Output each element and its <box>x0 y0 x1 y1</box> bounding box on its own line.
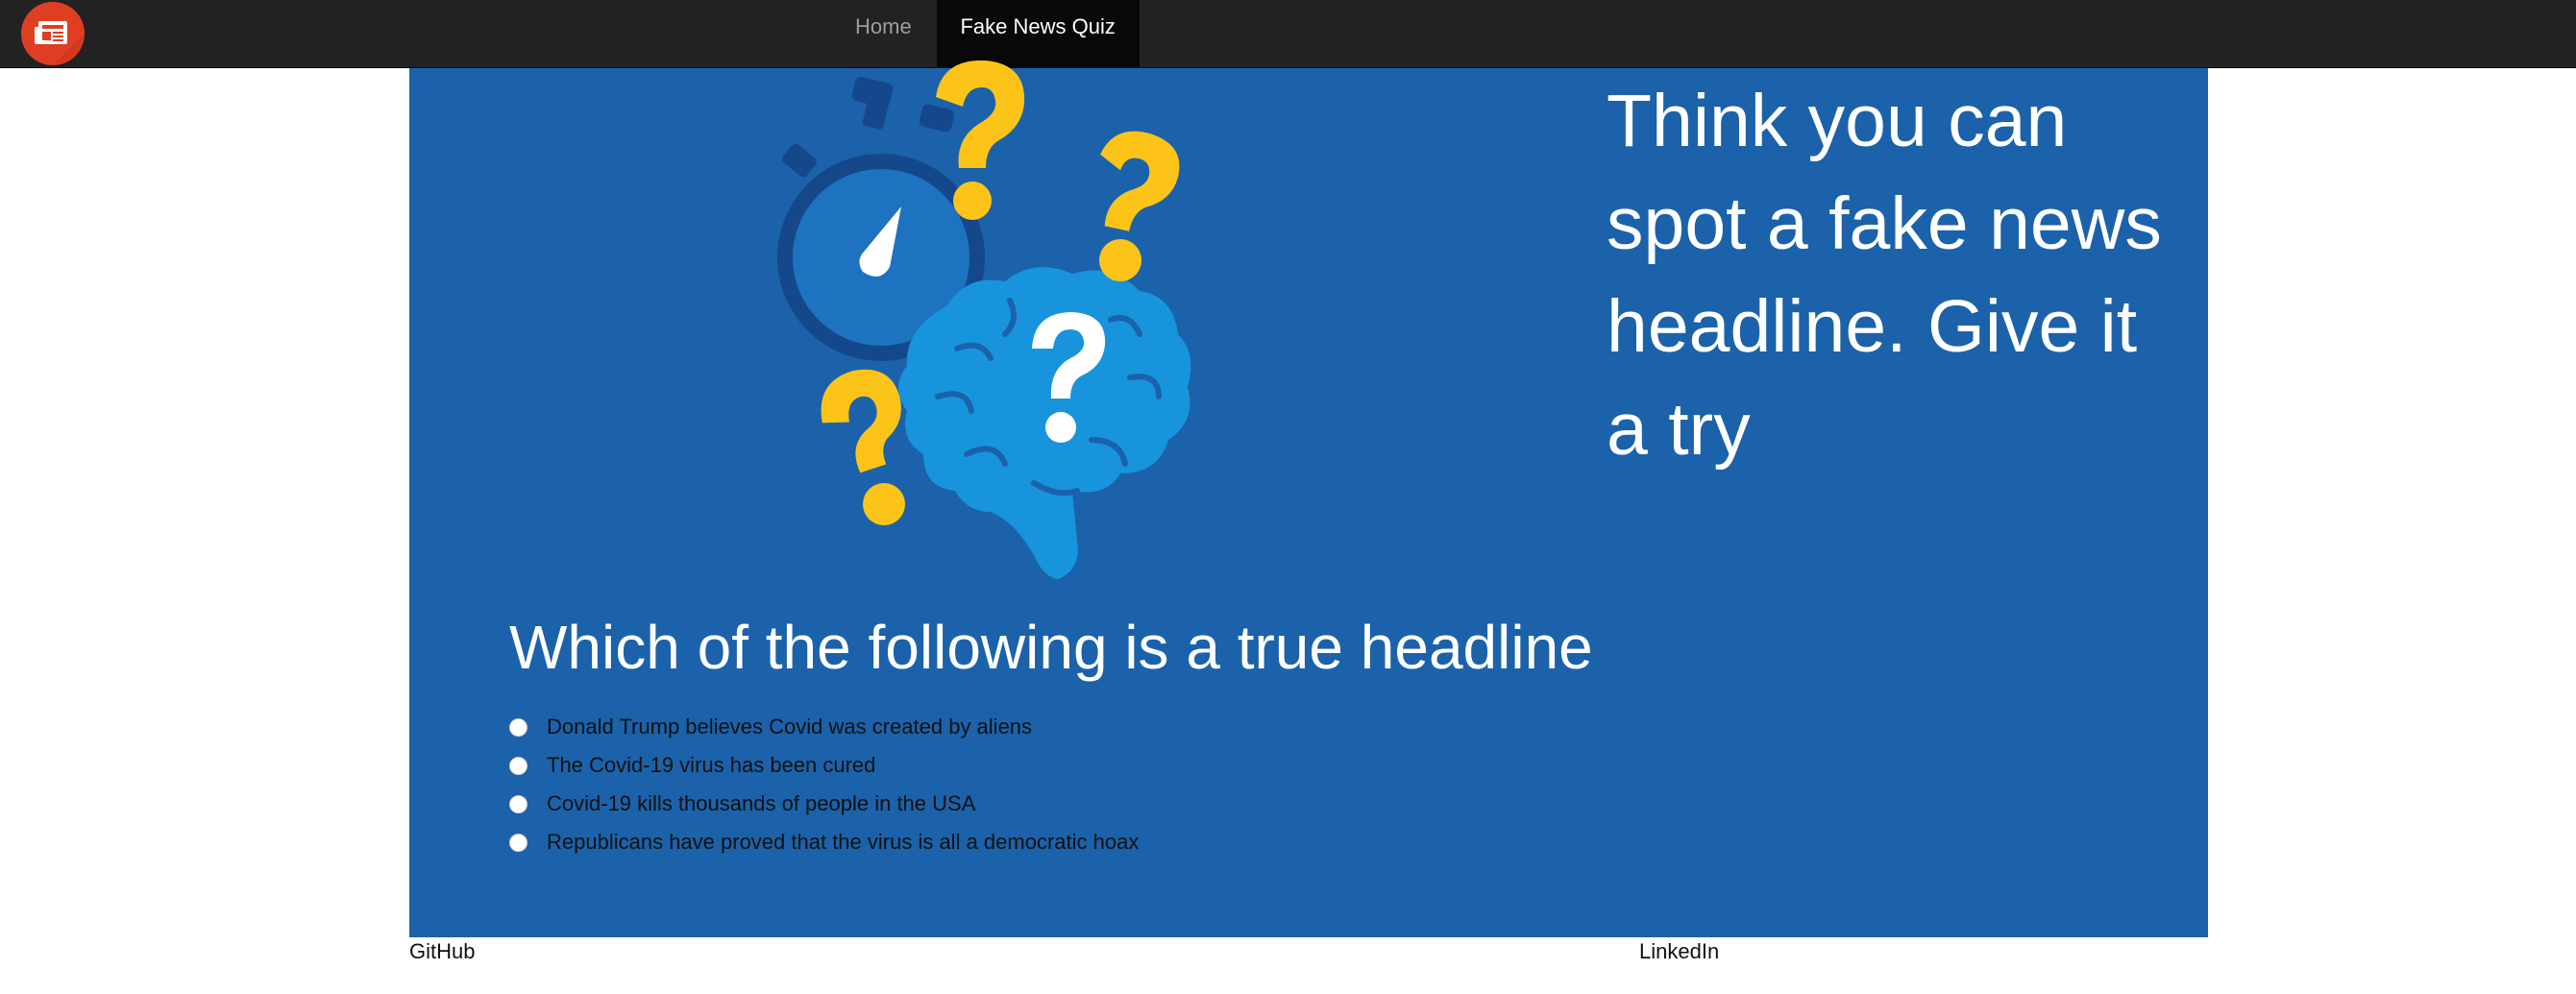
answer-option-4[interactable]: Republicans have proved that the virus i… <box>509 823 1139 861</box>
newspaper-icon[interactable] <box>21 2 85 65</box>
linkedin-link[interactable]: LinkedIn <box>1639 939 1719 964</box>
answer-option-3[interactable]: Covid-19 kills thousands of people in th… <box>509 785 1139 823</box>
nav-fake-news-quiz[interactable]: Fake News Quiz <box>936 0 1140 67</box>
hero-tagline: Think you can spot a fake news headline.… <box>1607 80 2162 471</box>
radio-button[interactable] <box>509 756 527 775</box>
radio-button[interactable] <box>509 717 527 737</box>
answer-option-label: Covid-19 kills thousands of people in th… <box>547 791 976 815</box>
quiz-question: Which of the following is a true headlin… <box>509 613 1593 682</box>
navbar: Home Fake News Quiz <box>0 0 2576 68</box>
answer-option-label: The Covid-19 virus has been cured <box>547 753 876 777</box>
answer-option-2[interactable]: The Covid-19 virus has been cured <box>509 746 1139 785</box>
quiz-panel: Think you can spot a fake news headline.… <box>409 60 2208 937</box>
nav-home[interactable]: Home <box>830 0 937 67</box>
github-link[interactable]: GitHub <box>409 939 475 964</box>
stopwatch-brain-illustration <box>746 60 1322 598</box>
radio-button[interactable] <box>509 794 527 813</box>
answer-option-label: Republicans have proved that the virus i… <box>547 830 1140 854</box>
answer-option-1[interactable]: Donald Trump believes Covid was created … <box>509 708 1139 746</box>
answer-option-label: Donald Trump believes Covid was created … <box>547 715 1033 739</box>
answer-options: Donald Trump believes Covid was created … <box>509 708 1139 861</box>
radio-button[interactable] <box>509 833 527 852</box>
